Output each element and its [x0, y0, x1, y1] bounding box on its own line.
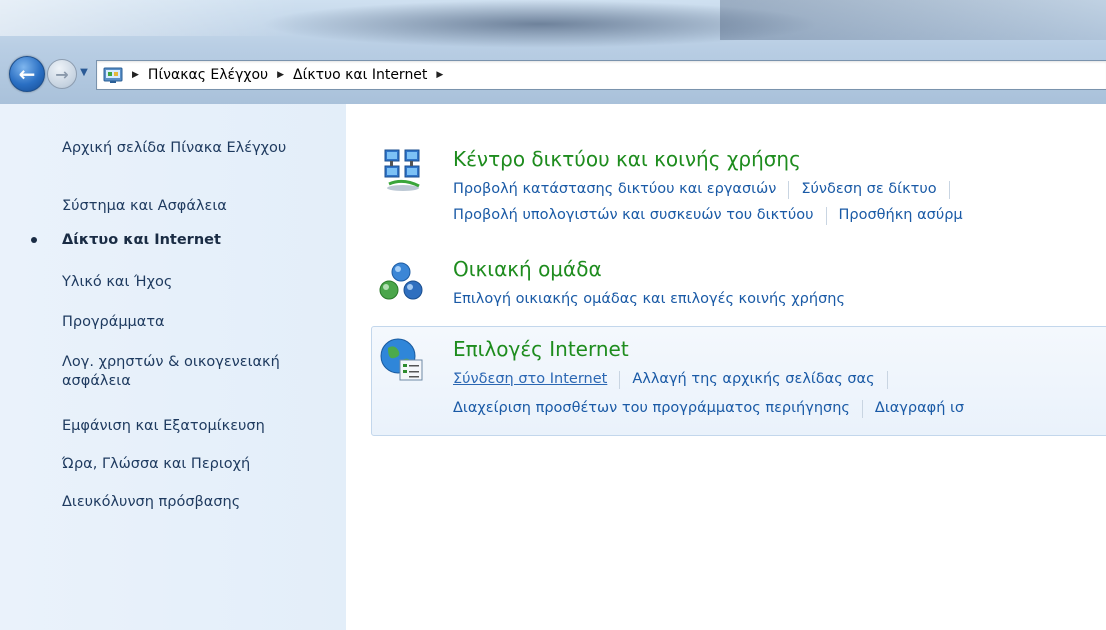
back-button[interactable]: ← [9, 56, 45, 92]
divider [788, 180, 790, 199]
task-row: Επιλογή οικιακής ομάδας και επιλογές κοι… [453, 290, 845, 309]
divider [619, 370, 621, 389]
sidebar-item-programs[interactable]: Προγράμματα [62, 313, 165, 332]
breadcrumb-chevron-icon[interactable]: ▶ [277, 70, 284, 80]
sidebar-item-control-panel-home[interactable]: Αρχική σελίδα Πίνακα Ελέγχου [62, 139, 286, 158]
forward-button[interactable]: → [47, 59, 77, 89]
category-title[interactable]: Κέντρο δικτύου και κοινής χρήσης [453, 147, 801, 171]
sidebar-item-label: ασφάλεια [62, 373, 131, 389]
breadcrumb-chevron-icon[interactable]: ▶ [436, 70, 443, 80]
task-link-choose-homegroup-options[interactable]: Επιλογή οικιακής ομάδας και επιλογές κοι… [453, 290, 845, 309]
divider [861, 399, 863, 418]
sidebar-item-hardware-sound[interactable]: Υλικό και Ήχος [62, 273, 172, 292]
category-title[interactable]: Επιλογές Internet [453, 337, 629, 361]
category-title[interactable]: Οικιακή ομάδα [453, 257, 602, 281]
chevron-down-icon: ▼ [80, 66, 88, 78]
sidebar-item-network-internet: Δίκτυο και Internet [62, 232, 221, 248]
arrow-right-icon: → [55, 64, 69, 84]
task-link-view-network-computers[interactable]: Προβολή υπολογιστών και συσκευών του δικ… [453, 206, 814, 225]
internet-options-icon [380, 338, 423, 381]
divider [825, 206, 827, 225]
divider [948, 180, 950, 199]
category-homegroup: Οικιακή ομάδα Επιλογή οικιακής ομάδας κα… [371, 252, 1106, 322]
control-panel-window: ← → ▼ ▶ Πίνακας Ελέγχου ▶ Δίκτυο και Int… [0, 0, 1106, 630]
task-row: Προβολή κατάστασης δικτύου και εργασιών … [453, 180, 962, 199]
task-link-delete-browsing-history[interactable]: Διαγραφή ισ [875, 399, 964, 418]
sidebar-item-clock-language-region[interactable]: Ώρα, Γλώσσα και Περιοχή [62, 455, 250, 474]
sidebar-item-user-accounts[interactable]: Λογ. χρηστών & οικογενειακή ασφάλεια [62, 353, 280, 391]
task-link-manage-browser-addons[interactable]: Διαχείριση προσθέτων του προγράμματος πε… [453, 399, 850, 418]
homegroup-icon [379, 262, 423, 300]
task-row: Προβολή υπολογιστών και συσκευών του δικ… [453, 206, 963, 225]
task-link-add-wireless-device[interactable]: Προσθήκη ασύρμ [839, 206, 963, 225]
task-row: Σύνδεση στο Internet Αλλαγή της αρχικής … [453, 370, 900, 389]
task-link-connect-to-network[interactable]: Σύνδεση σε δίκτυο [801, 180, 936, 199]
task-row: Διαχείριση προσθέτων του προγράμματος πε… [453, 399, 964, 418]
task-link-connect-to-internet[interactable]: Σύνδεση στο Internet [453, 370, 607, 389]
sidebar-item-appearance[interactable]: Εμφάνιση και Εξατομίκευση [62, 417, 265, 436]
task-link-change-home-page[interactable]: Αλλαγή της αρχικής σελίδας σας [632, 370, 874, 389]
arrow-left-icon: ← [18, 62, 36, 86]
current-item-bullet [31, 237, 37, 243]
network-center-icon [384, 149, 420, 191]
breadcrumb-chevron-icon[interactable]: ▶ [132, 70, 139, 80]
category-internet-options: Επιλογές Internet Σύνδεση στο Internet Α… [371, 326, 1106, 436]
task-link-view-network-status[interactable]: Προβολή κατάστασης δικτύου και εργασιών [453, 180, 776, 199]
breadcrumb-network-internet[interactable]: Δίκτυο και Internet [293, 67, 427, 83]
control-panel-icon [103, 67, 123, 83]
divider [886, 370, 888, 389]
address-bar[interactable]: ▶ Πίνακας Ελέγχου ▶ Δίκτυο και Internet … [96, 60, 1106, 90]
recent-pages-dropdown[interactable]: ▼ [78, 66, 90, 78]
breadcrumb-control-panel[interactable]: Πίνακας Ελέγχου [148, 67, 268, 83]
sidebar-item-ease-of-access[interactable]: Διευκόλυνση πρόσβασης [62, 493, 240, 512]
sidebar-item-label: Λογ. χρηστών & οικογενειακή [62, 354, 280, 370]
sidebar-item-system-security[interactable]: Σύστημα και Ασφάλεια [62, 197, 227, 216]
category-network-sharing-center: Κέντρο δικτύου και κοινής χρήσης Προβολή… [371, 142, 1106, 238]
